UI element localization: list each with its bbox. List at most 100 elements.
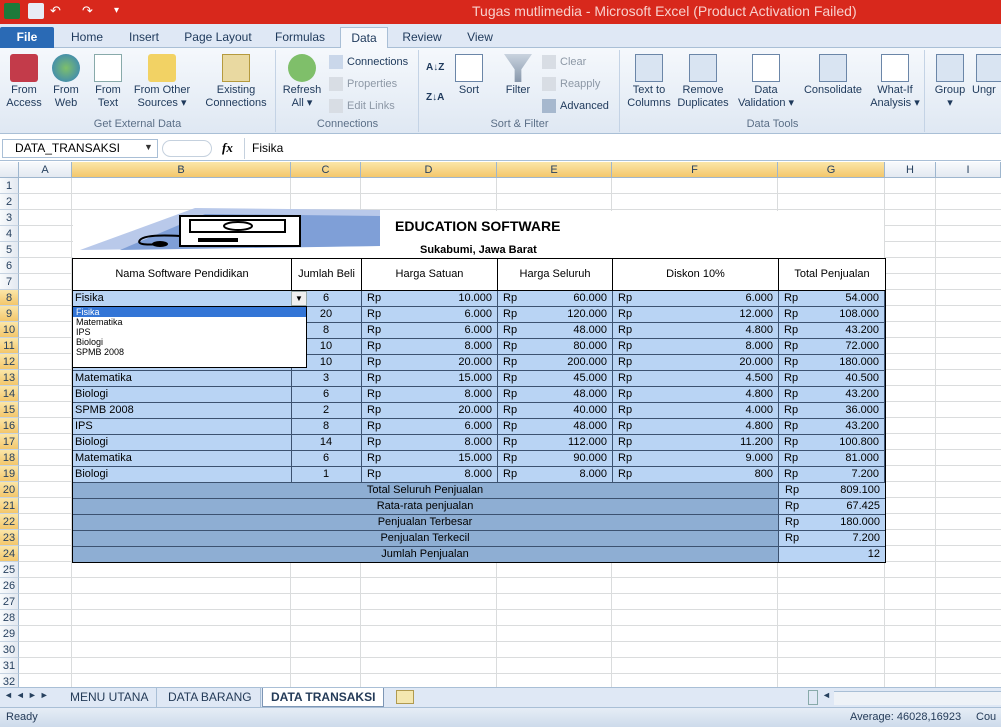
discount-cell[interactable]: 4.800	[633, 419, 773, 435]
row-header[interactable]: 25	[0, 562, 19, 578]
from-text-button[interactable]: From Text	[88, 54, 128, 110]
scroll-left-icon[interactable]: ◄	[822, 690, 831, 700]
subtotal-cell[interactable]: 60.000	[518, 291, 607, 307]
group-button[interactable]: Group ▾	[930, 54, 970, 110]
name-box[interactable]: DATA_TRANSAKSI	[2, 139, 158, 158]
total-sales-cell[interactable]: 72.000	[799, 339, 879, 355]
software-name-cell[interactable]: Matematika	[75, 451, 289, 467]
unit-price-cell[interactable]: 15.000	[382, 371, 492, 387]
column-header-i[interactable]: I	[936, 162, 1001, 178]
discount-cell[interactable]: 4.500	[633, 371, 773, 387]
column-header-c[interactable]: C	[291, 162, 361, 178]
row-header[interactable]: 6	[0, 258, 19, 274]
subtotal-cell[interactable]: 112.000	[518, 435, 607, 451]
row-header[interactable]: 5	[0, 242, 19, 258]
discount-cell[interactable]: 11.200	[633, 435, 773, 451]
discount-cell[interactable]: 8.000	[633, 339, 773, 355]
quantity-cell[interactable]: 14	[292, 435, 360, 451]
sheet-navigation-arrows[interactable]: ◄◄►►	[4, 690, 52, 700]
tab-data[interactable]: Data	[340, 27, 388, 48]
row-header[interactable]: 24	[0, 546, 19, 562]
quantity-cell[interactable]: 6	[292, 451, 360, 467]
unit-price-cell[interactable]: 6.000	[382, 323, 492, 339]
row-header[interactable]: 28	[0, 610, 19, 626]
software-name-cell[interactable]: Biologi	[75, 435, 289, 451]
column-header-a[interactable]: A	[19, 162, 72, 178]
row-header[interactable]: 21	[0, 498, 19, 514]
total-sales-cell[interactable]: 43.200	[799, 419, 879, 435]
row-header[interactable]: 27	[0, 594, 19, 610]
total-sales-cell[interactable]: 180.000	[799, 355, 879, 371]
row-header[interactable]: 29	[0, 626, 19, 642]
total-sales-cell[interactable]: 40.500	[799, 371, 879, 387]
clear-button[interactable]: Clear	[542, 54, 586, 70]
from-access-button[interactable]: From Access	[4, 54, 44, 110]
unit-price-cell[interactable]: 8.000	[382, 387, 492, 403]
remove-duplicates-button[interactable]: Remove Duplicates	[675, 54, 731, 110]
unit-price-cell[interactable]: 8.000	[382, 467, 492, 483]
subtotal-cell[interactable]: 48.000	[518, 387, 607, 403]
row-header[interactable]: 13	[0, 370, 19, 386]
sort-z-a-button[interactable]: Z↓A	[426, 90, 444, 106]
quantity-cell[interactable]: 3	[292, 371, 360, 387]
tab-page-layout[interactable]: Page Layout	[178, 27, 258, 48]
row-header[interactable]: 23	[0, 530, 19, 546]
row-header[interactable]: 18	[0, 450, 19, 466]
consolidate-button[interactable]: Consolidate	[801, 54, 865, 97]
unit-price-cell[interactable]: 10.000	[382, 291, 492, 307]
row-header[interactable]: 9	[0, 306, 19, 322]
row-header[interactable]: 32	[0, 674, 19, 687]
discount-cell[interactable]: 4.800	[633, 387, 773, 403]
insert-function-icon[interactable]: fx	[222, 140, 233, 156]
discount-cell[interactable]: 9.000	[633, 451, 773, 467]
tab-view[interactable]: View	[458, 27, 502, 48]
undo-icon[interactable]: ↶	[50, 3, 66, 19]
text-to-columns-button[interactable]: Text to Columns	[625, 54, 673, 110]
sort-a-z-button[interactable]: A↓Z	[426, 60, 444, 76]
row-header[interactable]: 17	[0, 434, 19, 450]
quantity-cell[interactable]: 2	[292, 403, 360, 419]
name-box-dropdown-icon[interactable]: ▼	[144, 142, 153, 152]
row-header[interactable]: 16	[0, 418, 19, 434]
select-all-corner[interactable]	[0, 162, 19, 178]
validation-dropdown-arrow-icon[interactable]: ▼	[291, 291, 307, 306]
column-header-h[interactable]: H	[885, 162, 936, 178]
total-sales-cell[interactable]: 43.200	[799, 387, 879, 403]
subtotal-cell[interactable]: 120.000	[518, 307, 607, 323]
software-name-cell[interactable]: Biologi	[75, 387, 289, 403]
total-sales-cell[interactable]: 100.800	[799, 435, 879, 451]
from-web-button[interactable]: From Web	[46, 54, 86, 110]
subtotal-cell[interactable]: 200.000	[518, 355, 607, 371]
unit-price-cell[interactable]: 6.000	[382, 419, 492, 435]
row-header[interactable]: 22	[0, 514, 19, 530]
subtotal-cell[interactable]: 45.000	[518, 371, 607, 387]
row-header[interactable]: 4	[0, 226, 19, 242]
total-sales-cell[interactable]: 36.000	[799, 403, 879, 419]
sheet-tab-data-transaksi[interactable]: DATA TRANSAKSI	[262, 688, 385, 707]
row-header[interactable]: 10	[0, 322, 19, 338]
insert-sheet-icon[interactable]	[396, 690, 414, 704]
subtotal-cell[interactable]: 48.000	[518, 323, 607, 339]
subtotal-cell[interactable]: 40.000	[518, 403, 607, 419]
unit-price-cell[interactable]: 6.000	[382, 307, 492, 323]
sheet-tab-menu-utana[interactable]: MENU UTANA	[62, 688, 158, 707]
sort-button[interactable]: Sort	[452, 54, 486, 97]
row-header[interactable]: 19	[0, 466, 19, 482]
formula-input[interactable]: Fisika	[252, 141, 283, 155]
save-icon[interactable]	[28, 3, 44, 19]
row-header[interactable]: 14	[0, 386, 19, 402]
row-header[interactable]: 26	[0, 578, 19, 594]
software-name-cell[interactable]: Matematika	[75, 371, 289, 387]
discount-cell[interactable]: 4.000	[633, 403, 773, 419]
dropdown-option[interactable]: SPMB 2008	[73, 347, 306, 357]
tab-insert[interactable]: Insert	[120, 27, 168, 48]
row-header[interactable]: 11	[0, 338, 19, 354]
dropdown-option[interactable]: Matematika	[73, 317, 306, 327]
discount-cell[interactable]: 6.000	[633, 291, 773, 307]
subtotal-cell[interactable]: 8.000	[518, 467, 607, 483]
row-header[interactable]: 1	[0, 178, 19, 194]
summary-value-cell[interactable]: Rp 809.100	[778, 482, 885, 498]
worksheet-grid[interactable]: ABCDEFGHI 1 2 3 4 5 6 7 8 9 10 11 12 13 14 15 16 17 18 19 2…	[0, 162, 1001, 687]
quantity-cell[interactable]: 8	[292, 419, 360, 435]
row-header[interactable]: 12	[0, 354, 19, 370]
